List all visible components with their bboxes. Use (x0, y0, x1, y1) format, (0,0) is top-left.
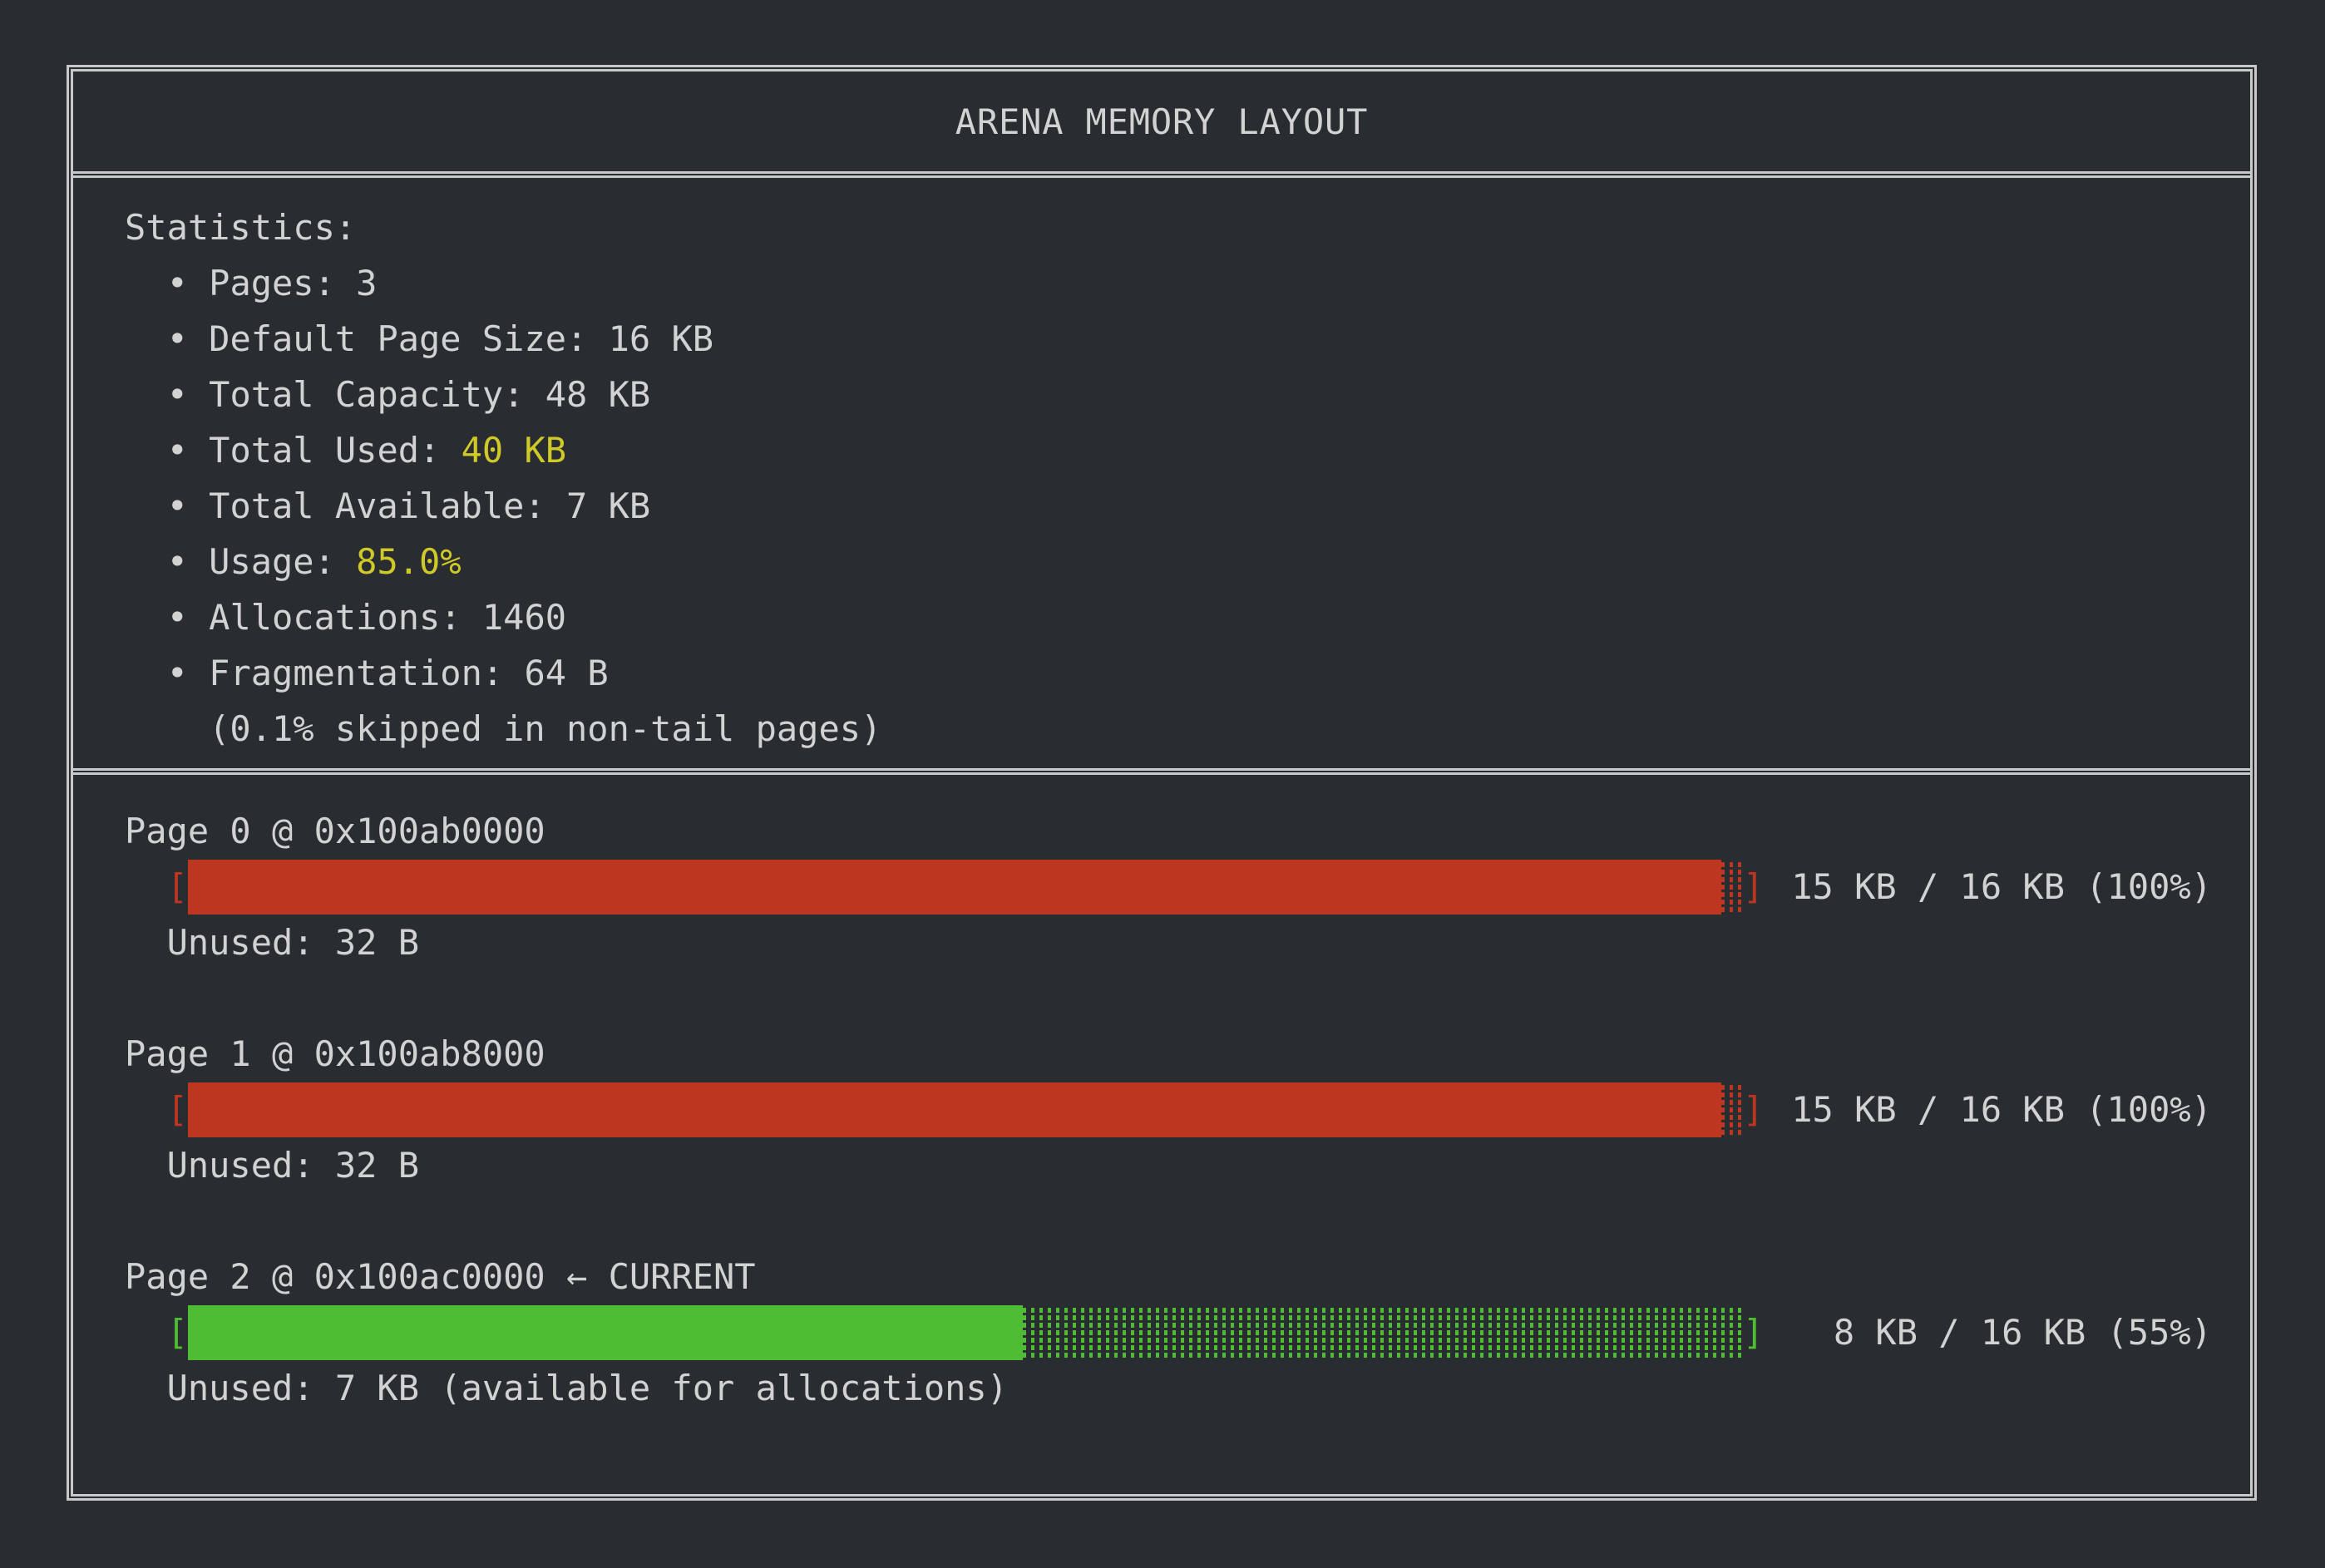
page-unused-text: Unused: 7 KB (available for allocations) (125, 1360, 2212, 1416)
bar-free-hatch (1023, 1305, 1743, 1360)
page-block-0: Page 0 @ 0x100ab0000 [ ] 15 KB / 16 KB (… (125, 803, 2212, 970)
statistics-heading: Statistics: (125, 200, 2209, 255)
memory-bar-row: [ ] 15 KB / 16 KB (100%) (125, 859, 2212, 915)
bar-free-hatch (1721, 1082, 1743, 1137)
stat-label: Usage: (209, 541, 335, 582)
stat-item-total-available: • Total Available: 7 KB (125, 478, 2209, 534)
memory-bar (188, 1305, 1743, 1360)
stat-item-default-page-size: • Default Page Size: 16 KB (125, 311, 2209, 367)
stat-value: 48 KB (545, 374, 650, 415)
stat-item-fragmentation: • Fragmentation: 64 B (125, 645, 2209, 701)
memory-bar (188, 1082, 1743, 1137)
stat-label: Total Used: (209, 430, 440, 471)
bullet-icon: • (167, 263, 188, 303)
statistics-panel: Statistics: • Pages: 3 • Default Page Si… (73, 178, 2250, 775)
bullet-icon: • (167, 653, 188, 693)
bar-close-bracket: ] (1743, 1082, 1764, 1137)
bar-open-bracket: [ (167, 1304, 188, 1360)
stat-item-total-used: • Total Used: 40 KB (125, 422, 2209, 478)
memory-bar-row: [ ] 8 KB / 16 KB (55%) (125, 1304, 2212, 1360)
bullet-icon: • (167, 541, 188, 582)
bullet-icon: • (167, 597, 188, 638)
bar-close-bracket: ] (1743, 1304, 1764, 1360)
bar-free-hatch (1721, 860, 1743, 915)
stat-label: Default Page Size: (209, 318, 587, 359)
bar-usage-text: 15 KB / 16 KB (100%) (1764, 1082, 2212, 1137)
stat-label: Allocations: (209, 597, 461, 638)
page-header: Page 0 @ 0x100ab0000 (125, 803, 2212, 859)
arena-memory-window: ARENA MEMORY LAYOUT Statistics: • Pages:… (67, 65, 2257, 1501)
stat-label: Fragmentation: (209, 653, 503, 693)
bar-usage-text: 15 KB / 16 KB (100%) (1764, 859, 2212, 915)
page-title: ARENA MEMORY LAYOUT (955, 101, 1368, 142)
bullet-icon: • (167, 374, 188, 415)
bullet-icon: • (167, 430, 188, 471)
memory-bar (188, 860, 1743, 915)
terminal-screen: { "title": "ARENA MEMORY LAYOUT", "glyph… (0, 0, 2325, 1568)
memory-bar-row: [ ] 15 KB / 16 KB (100%) (125, 1082, 2212, 1137)
page-header: Page 1 @ 0x100ab8000 (125, 1026, 2212, 1082)
bar-open-bracket: [ (167, 859, 188, 915)
stat-value: 1460 (482, 597, 566, 638)
page-block-2-current: Page 2 @ 0x100ac0000 ← CURRENT [ ] 8 KB … (125, 1249, 2212, 1416)
stat-label: Pages: (209, 263, 335, 303)
stat-value: 16 KB (609, 318, 713, 359)
bar-used-fill (188, 860, 1721, 915)
stat-item-usage: • Usage: 85.0% (125, 534, 2209, 589)
stat-item-allocations: • Allocations: 1460 (125, 589, 2209, 645)
bar-open-bracket: [ (167, 1082, 188, 1137)
stat-value-highlighted: 85.0% (356, 541, 461, 582)
title-bar: ARENA MEMORY LAYOUT (73, 71, 2250, 178)
stat-label: Total Capacity: (209, 374, 524, 415)
page-unused-text: Unused: 32 B (125, 1137, 2212, 1193)
fragmentation-note: (0.1% skipped in non-tail pages) (125, 701, 2209, 757)
bar-used-fill (188, 1082, 1721, 1137)
bar-close-bracket: ] (1743, 859, 1764, 915)
stat-value: 3 (356, 263, 377, 303)
stat-value: 64 B (524, 653, 608, 693)
bullet-icon: • (167, 486, 188, 526)
bullet-icon: • (167, 318, 188, 359)
bar-used-fill (188, 1305, 1023, 1360)
bar-usage-text: 8 KB / 16 KB (55%) (1764, 1304, 2212, 1360)
page-unused-text: Unused: 32 B (125, 915, 2212, 970)
page-block-1: Page 1 @ 0x100ab8000 [ ] 15 KB / 16 KB (… (125, 1026, 2212, 1193)
stat-item-pages: • Pages: 3 (125, 255, 2209, 311)
stat-value-highlighted: 40 KB (462, 430, 566, 471)
stat-value: 7 KB (566, 486, 650, 526)
stat-label: Total Available: (209, 486, 545, 526)
pages-panel: Page 0 @ 0x100ab0000 [ ] 15 KB / 16 KB (… (73, 775, 2250, 1494)
page-header: Page 2 @ 0x100ac0000 ← CURRENT (125, 1249, 2212, 1304)
stat-item-total-capacity: • Total Capacity: 48 KB (125, 367, 2209, 422)
